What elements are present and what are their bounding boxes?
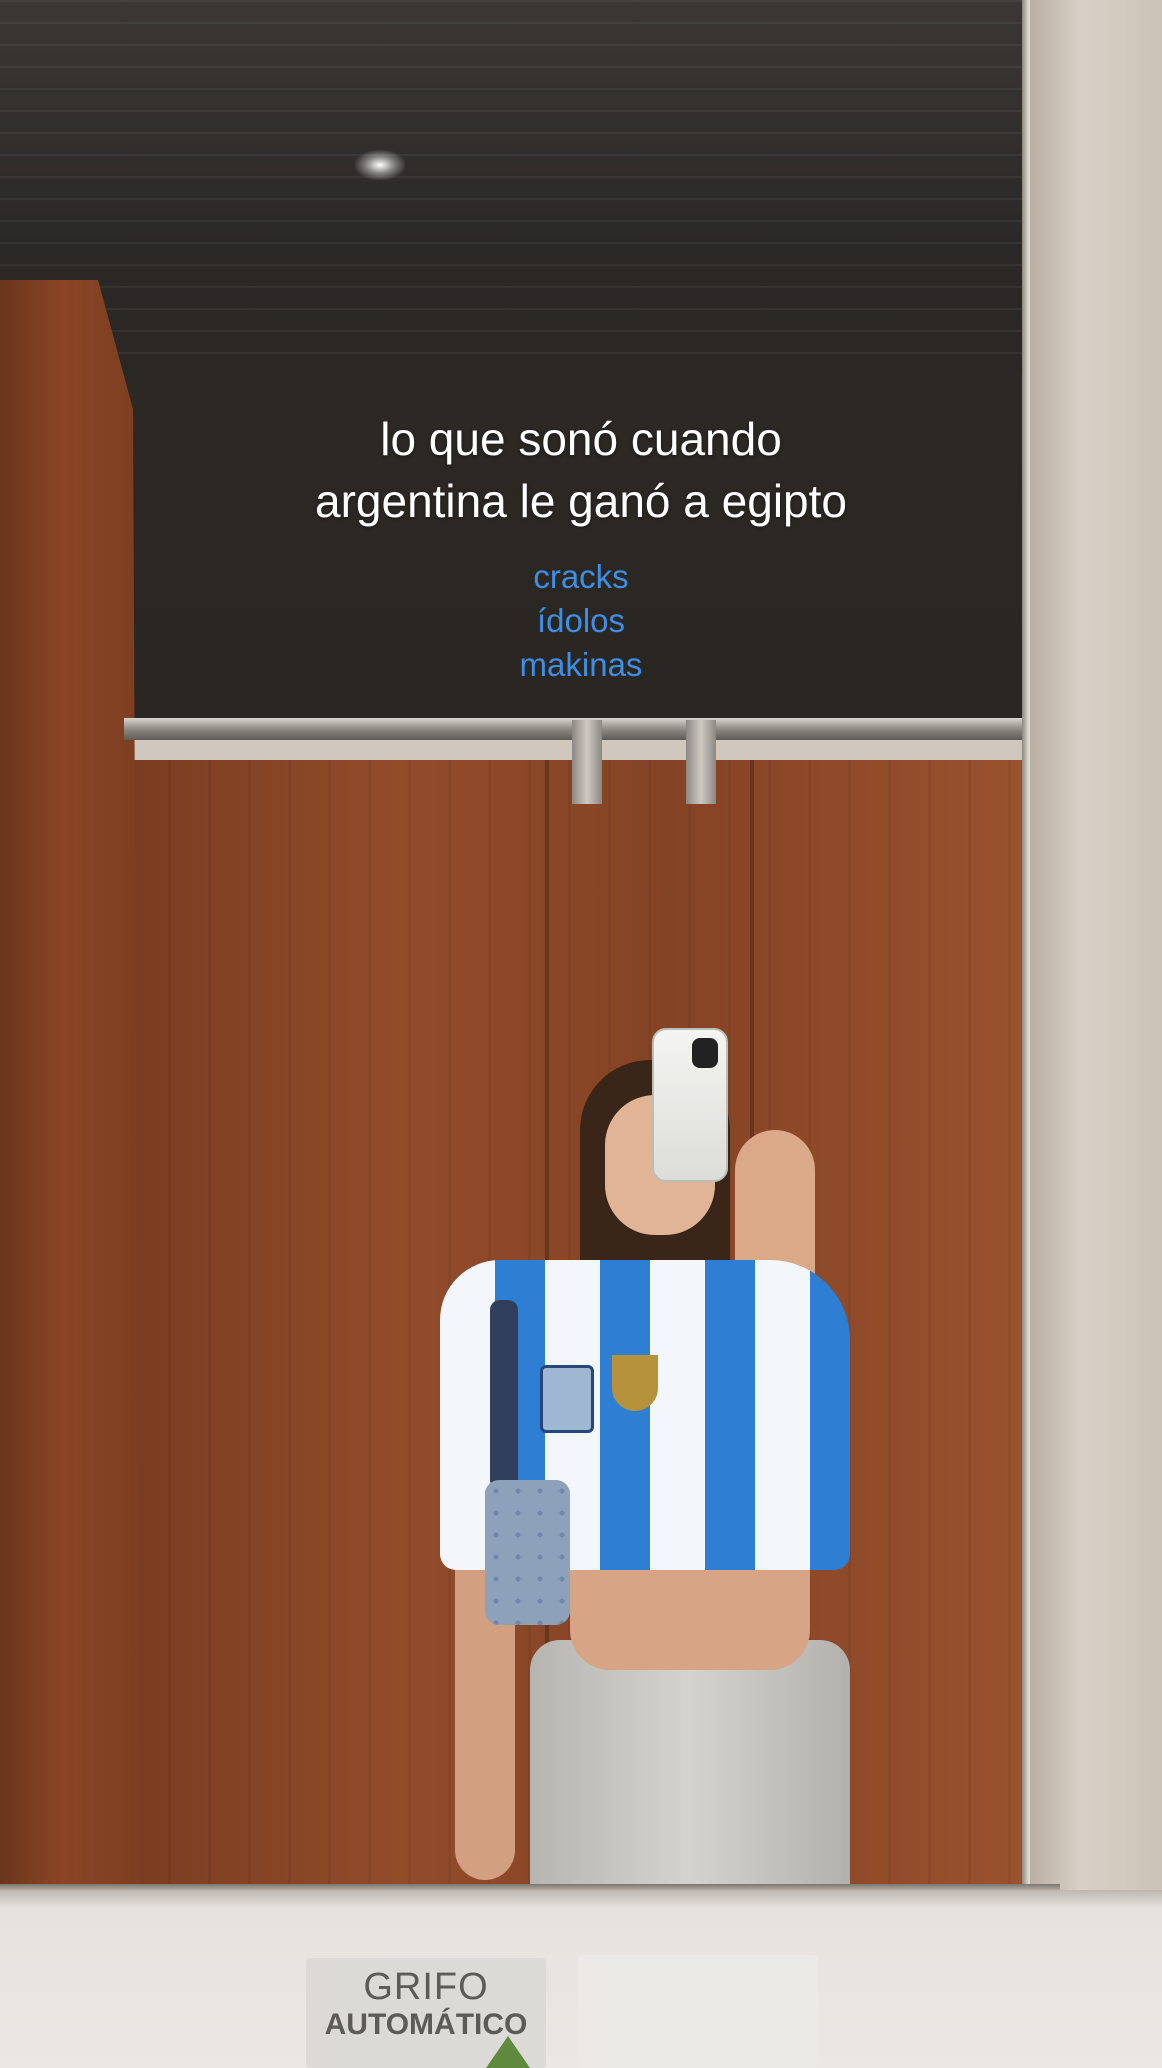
sign-line-1: GRIFO — [363, 1966, 489, 2008]
paper-note — [578, 1955, 818, 2068]
person-midriff — [570, 1560, 810, 1670]
tag-item: ídolos — [536, 602, 626, 639]
caption-line-2: argentina le ganó a egipto — [315, 475, 847, 527]
reflected-ceiling — [0, 0, 1024, 400]
leggings — [530, 1640, 850, 1890]
tag-item: cracks — [533, 558, 629, 595]
rail-bracket — [686, 720, 716, 804]
phone-camera — [692, 1038, 718, 1068]
jersey-badge — [612, 1355, 658, 1411]
shoulder-bag — [485, 1480, 570, 1625]
jersey-crest — [540, 1365, 594, 1433]
bag-strap — [490, 1300, 518, 1490]
rail-bracket — [572, 720, 602, 804]
caption-line-1: lo que sonó cuando — [380, 413, 782, 465]
caption-overlay: lo que sonó cuando argentina le ganó a e… — [0, 408, 1162, 532]
triangle-icon — [486, 2036, 530, 2068]
tag-list: cracks ídolos makinas — [0, 555, 1162, 687]
side-wall — [1030, 0, 1162, 2068]
ceiling-light — [355, 150, 405, 180]
tag-item: makinas — [519, 646, 643, 683]
photo-scene: GRIFO AUTOMÁTICO — [0, 0, 1162, 2068]
